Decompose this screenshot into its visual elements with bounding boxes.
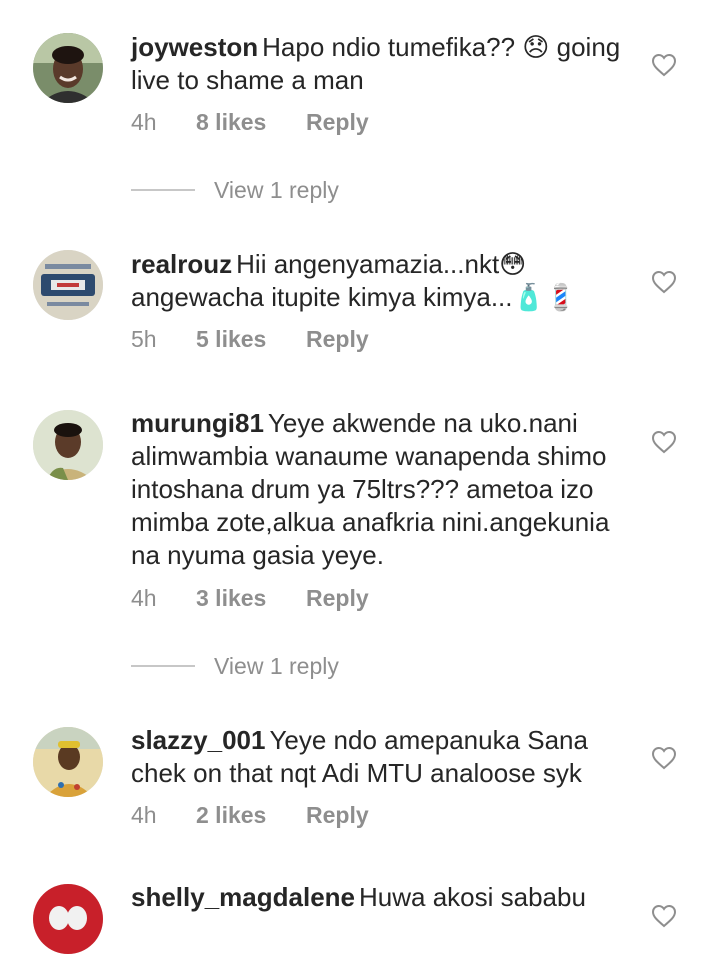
heart-icon[interactable] — [651, 53, 677, 77]
comment-body: Huwa akosi sababu — [359, 882, 586, 912]
comment-username[interactable]: shelly_magdalene — [131, 882, 355, 912]
avatar[interactable] — [33, 410, 103, 480]
comment-time: 4h — [131, 802, 157, 828]
heart-icon[interactable] — [651, 746, 677, 770]
reply-button[interactable]: Reply — [306, 800, 369, 830]
comment-username[interactable]: slazzy_001 — [131, 725, 265, 755]
likes-count[interactable]: 5 likes — [196, 324, 266, 354]
comment-username[interactable]: murungi81 — [131, 408, 264, 438]
comment-text: slazzy_001 Yeye ndo amepanuka Sana chek o… — [131, 724, 621, 790]
view-replies-link[interactable]: View 1 reply — [214, 175, 339, 205]
comment-text: joyweston Hapo ndio tumefika?? 😞 going li… — [131, 31, 621, 97]
reply-button[interactable]: Reply — [306, 583, 369, 613]
comment-time: 4h — [131, 585, 157, 611]
comment-text: shelly_magdalene Huwa akosi sababu — [131, 881, 621, 914]
reply-button[interactable]: Reply — [306, 107, 369, 137]
heart-icon[interactable] — [651, 430, 677, 454]
avatar[interactable] — [33, 884, 103, 954]
avatar[interactable] — [33, 727, 103, 797]
comment-text: murungi81 Yeye akwende na uko.nani alimwa… — [131, 407, 621, 572]
likes-count[interactable]: 2 likes — [196, 800, 266, 830]
comment-time: 4h — [131, 109, 157, 135]
reply-button[interactable]: Reply — [306, 324, 369, 354]
likes-count[interactable]: 3 likes — [196, 583, 266, 613]
likes-count[interactable]: 8 likes — [196, 107, 266, 137]
heart-icon[interactable] — [651, 270, 677, 294]
replies-divider — [131, 189, 195, 191]
comment-text: realrouz Hii angenyamazia...nkt😳 angewach… — [131, 248, 621, 314]
avatar[interactable] — [33, 250, 103, 320]
comment-username[interactable]: joyweston — [131, 32, 258, 62]
replies-divider — [131, 665, 195, 667]
comment-time: 5h — [131, 326, 157, 352]
avatar[interactable] — [33, 33, 103, 103]
heart-icon[interactable] — [651, 904, 677, 928]
comment-username[interactable]: realrouz — [131, 249, 232, 279]
view-replies-link[interactable]: View 1 reply — [214, 651, 339, 681]
